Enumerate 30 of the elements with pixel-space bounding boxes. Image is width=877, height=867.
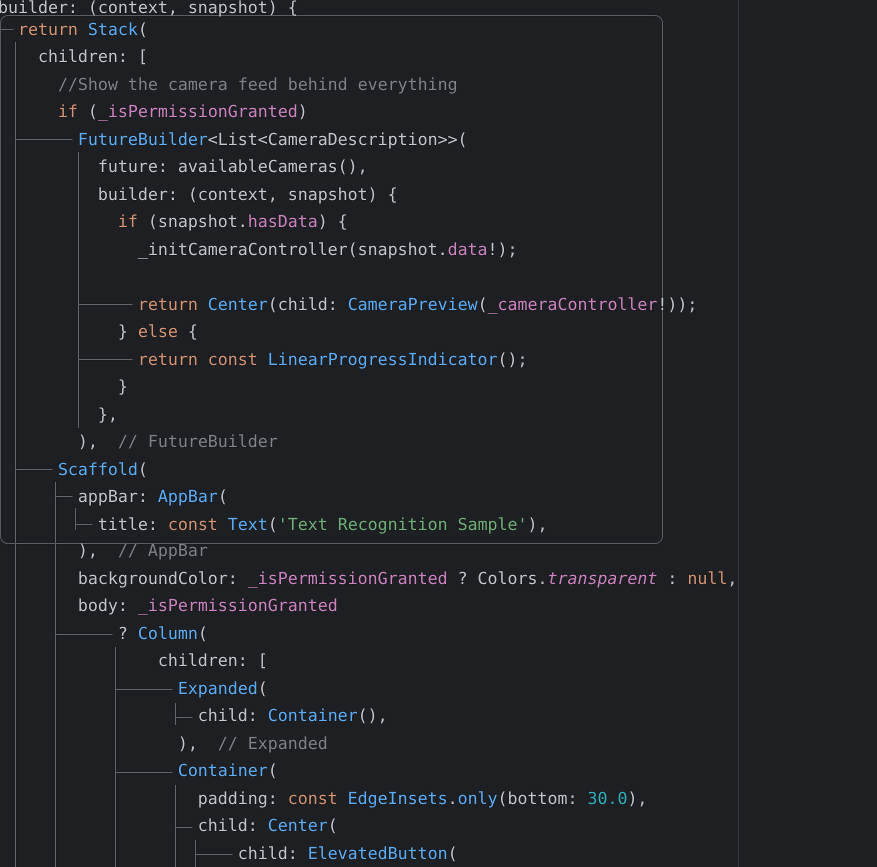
code-line: Container( <box>176 760 278 782</box>
code-line: if (snapshot.hasData) { <box>116 211 348 233</box>
code-line: padding: const EdgeInsets.only(bottom: 30.0), <box>196 788 648 810</box>
code-line: } else { <box>116 321 198 343</box>
code-line: appBar: AppBar( <box>76 486 228 508</box>
code-line: }, <box>96 404 118 426</box>
code-line: body: _isPermissionGranted <box>76 595 338 617</box>
code-line: if (_isPermissionGranted) <box>56 101 308 123</box>
code-line: child: ElevatedButton( <box>236 842 458 864</box>
code-line: Expanded( <box>176 678 268 700</box>
code-line: backgroundColor: _isPermissionGranted ? Colors.transparent : null, <box>76 568 738 590</box>
code-line: ), // Expanded <box>176 732 328 754</box>
code-line: ), // AppBar <box>76 540 208 562</box>
code-line: builder: (context, snapshot) { <box>96 184 398 206</box>
code-line: children: [ <box>156 650 268 672</box>
code-line: title: const Text('Text Recognition Sample'), <box>96 514 548 536</box>
code-line: Scaffold( <box>56 458 148 480</box>
code-line: return Stack( <box>16 18 148 40</box>
code-line: //Show the camera feed behind everything <box>56 74 458 96</box>
code-line: return Center(child: CameraPreview(_cameraController!)); <box>136 294 698 316</box>
code-line: ? Column( <box>116 622 208 644</box>
code-line: child: Container(), <box>196 705 388 727</box>
code-line: child: Center( <box>196 815 338 837</box>
code-line: ), // FutureBuilder <box>76 431 278 453</box>
code-line: return const LinearProgressIndicator(); <box>136 348 528 371</box>
code-line: _initCameraController(snapshot.data!); <box>136 238 518 261</box>
code-line: future: availableCameras(), <box>96 156 368 178</box>
code-line: children: [ <box>36 46 148 68</box>
code-line: } <box>116 376 128 398</box>
code-line: FutureBuilder<List<CameraDescription>>( <box>76 128 468 150</box>
